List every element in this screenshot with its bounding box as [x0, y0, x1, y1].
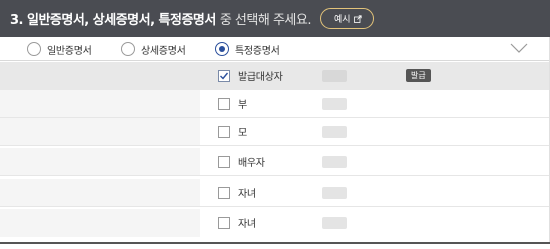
- checkbox[interactable]: [218, 98, 230, 110]
- row-left-area: [0, 179, 200, 206]
- radio-option-label: 상세증명서: [141, 45, 186, 57]
- list-item-spouse: 배우자: [0, 148, 550, 176]
- checkbox-checked[interactable]: [218, 70, 230, 82]
- list-item-child: 자녀: [0, 209, 550, 237]
- radio-option-label: 특정증명서: [235, 45, 280, 57]
- redacted-name: [322, 98, 347, 110]
- redacted-name: [322, 70, 347, 82]
- checkmark-icon: [220, 72, 229, 80]
- chevron-down-icon[interactable]: [510, 41, 528, 55]
- redacted-name: [322, 126, 347, 138]
- radio-option-detailed[interactable]: 상세증명서: [121, 37, 186, 61]
- radio-option-label: 일반증명서: [47, 45, 92, 57]
- section-header: 3. 일반증명서, 상세증명서, 특정증명서 중 선택해 주세요. 예시: [0, 0, 550, 37]
- section-title: 3. 일반증명서, 상세증명서, 특정증명서: [10, 13, 216, 28]
- example-button[interactable]: 예시: [319, 8, 374, 29]
- radio-button[interactable]: [121, 42, 135, 56]
- redacted-name: [322, 187, 347, 199]
- row-left-area: [0, 90, 200, 117]
- row-left-area: [0, 62, 200, 90]
- radio-option-specific[interactable]: 특정증명서: [215, 37, 280, 61]
- radio-option-general[interactable]: 일반증명서: [27, 37, 92, 61]
- redacted-name: [322, 217, 347, 229]
- relation-label: 모: [238, 128, 247, 139]
- radio-button-selected[interactable]: [215, 42, 229, 56]
- relation-label: 부: [238, 100, 247, 111]
- relation-label: 배우자: [238, 158, 265, 169]
- relation-label: 자녀: [238, 219, 256, 230]
- radio-dot: [219, 46, 225, 52]
- checkbox[interactable]: [218, 187, 230, 199]
- list-item-child: 자녀: [0, 179, 550, 207]
- row-left-area: [0, 148, 200, 175]
- list-item-mother: 모: [0, 118, 550, 146]
- section-instruction: 중 선택해 주세요.: [219, 13, 312, 28]
- list-item-applicant: 발급대상자 발급: [0, 62, 550, 90]
- certificate-type-options: 일반증명서 상세증명서 특정증명서: [0, 37, 550, 61]
- relation-label: 자녀: [238, 189, 256, 200]
- redacted-name: [322, 156, 347, 168]
- checkbox[interactable]: [218, 126, 230, 138]
- list-item-father: 부: [0, 90, 550, 118]
- external-link-icon: [353, 14, 362, 23]
- relation-label: 발급대상자: [238, 72, 283, 83]
- example-button-label: 예시: [333, 14, 351, 24]
- checkbox[interactable]: [218, 217, 230, 229]
- radio-button[interactable]: [27, 42, 41, 56]
- row-left-area: [0, 118, 200, 145]
- row-left-area: [0, 209, 200, 237]
- panel-bottom-border: [0, 242, 550, 244]
- issue-badge: 발급: [406, 69, 431, 82]
- checkbox[interactable]: [218, 156, 230, 168]
- family-member-list: 발급대상자 발급 부 모 배우자 자녀 자녀: [0, 62, 550, 242]
